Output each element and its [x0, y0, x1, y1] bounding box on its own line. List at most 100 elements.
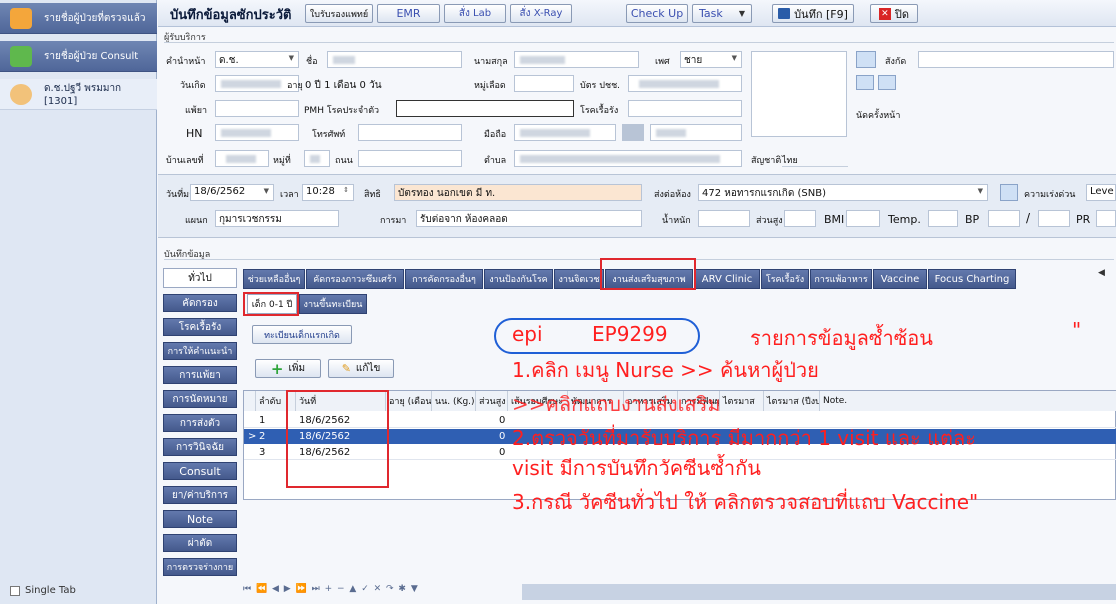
- bloodgroup-field[interactable]: [514, 75, 574, 92]
- affiliation-field[interactable]: [918, 51, 1114, 68]
- send-room-select[interactable]: 472 หอทารกแรกเกิด (SNB) ▼: [698, 184, 988, 201]
- temp-field[interactable]: [928, 210, 958, 227]
- annotation-code-a: epi: [512, 322, 543, 346]
- mobile-field[interactable]: [514, 124, 616, 141]
- grid-header-height[interactable]: ส่วนสูง (c: [476, 391, 508, 411]
- tab-focus-charting[interactable]: Focus Charting: [928, 269, 1016, 289]
- firstname-field[interactable]: [327, 51, 462, 68]
- emr-button[interactable]: EMR: [377, 4, 440, 23]
- sidetab-screening[interactable]: คัดกรอง: [163, 294, 237, 312]
- urgency-field[interactable]: Leve: [1086, 184, 1116, 201]
- highlight-infant-subtab: [243, 292, 299, 316]
- sidetab-physical-exam[interactable]: การตรวจร่างกาย: [163, 558, 237, 576]
- sidetab-referral[interactable]: การส่งตัว: [163, 414, 237, 432]
- tab-disease-prevention[interactable]: งานป้องกันโรค: [484, 269, 553, 289]
- visit-time-field[interactable]: 10:28 ⇕: [302, 184, 354, 201]
- sidetab-advice[interactable]: การให้คำแนะนำ: [163, 342, 237, 360]
- grid-header-age[interactable]: อายุ (เดือน): [386, 391, 432, 411]
- tab-vaccine[interactable]: Vaccine: [873, 269, 927, 289]
- sidebar-item-current-patient[interactable]: ด.ช.ปฐวี พรมมาก [1301]: [0, 79, 157, 110]
- tab-other-screening[interactable]: การคัดกรองอื่นๆ: [405, 269, 483, 289]
- xray-order-button[interactable]: สั่ง X-Ray: [510, 4, 572, 23]
- task-dropdown[interactable]: Task ▼: [692, 4, 752, 23]
- tab-chronic[interactable]: โรคเรื้อรัง: [761, 269, 809, 289]
- checkbox-box[interactable]: [10, 585, 20, 596]
- idcard-field[interactable]: [628, 75, 742, 92]
- tambon-field[interactable]: [514, 150, 742, 167]
- bp-diastolic-field[interactable]: [1038, 210, 1070, 227]
- add-button[interactable]: + เพิ่ม: [255, 359, 321, 378]
- spinner-icon[interactable]: ⇕: [343, 186, 349, 194]
- allergy-label: แพ้ยา: [185, 106, 208, 116]
- annotation-quote: ": [1072, 318, 1082, 342]
- height-field[interactable]: [784, 210, 816, 227]
- sidetab-appointment[interactable]: การนัดหมาย: [163, 390, 237, 408]
- tab-other-help[interactable]: ช่วยเหลืออื่นๆ: [243, 269, 305, 289]
- camera-icon[interactable]: [856, 75, 874, 90]
- tab-depression-screening[interactable]: คัดกรองภาวะซึมเศร้า: [306, 269, 404, 289]
- close-button[interactable]: ✕ ปิด: [870, 4, 918, 23]
- weight-field[interactable]: [698, 210, 750, 227]
- nationality-underline: [782, 166, 848, 167]
- pmh-field[interactable]: [396, 100, 574, 117]
- newborn-register-button[interactable]: ทะเบียนเด็กแรกเกิด: [252, 325, 352, 344]
- sidetab-medication-fees[interactable]: ยา/ค่าบริการ: [163, 486, 237, 504]
- sidebar-item-consult-patients[interactable]: รายชื่อผู้ป่วย Consult: [0, 41, 157, 72]
- pr-field[interactable]: [1096, 210, 1116, 227]
- lab-order-button[interactable]: สั่ง Lab: [444, 4, 506, 23]
- patient-sidebar: รายชื่อผู้ป่วยที่ตรวจแล้ว รายชื่อผู้ป่วย…: [0, 0, 157, 604]
- department-label: แผนก: [185, 216, 208, 226]
- profile-icon[interactable]: [878, 75, 896, 90]
- calendar-icon[interactable]: [1000, 184, 1018, 201]
- medical-certificate-button[interactable]: ใบรับรองแพทย์: [305, 4, 373, 23]
- visit-date-field[interactable]: 18/6/2562 ▼: [190, 184, 274, 201]
- grid-header-note[interactable]: Note.: [820, 391, 1116, 411]
- person-icon[interactable]: [856, 51, 876, 68]
- single-tab-checkbox[interactable]: Single Tab: [10, 585, 76, 596]
- cell-no: 2: [259, 431, 266, 442]
- bp-systolic-field[interactable]: [988, 210, 1020, 227]
- chevron-left-icon[interactable]: ◀: [1098, 268, 1105, 278]
- tab-psychiatry[interactable]: งานจิตเวช: [554, 269, 604, 289]
- prefix-select[interactable]: ด.ช. ▼: [215, 51, 299, 68]
- save-button[interactable]: บันทึก [F9]: [772, 4, 854, 23]
- phone-field[interactable]: [358, 124, 462, 141]
- chronic-field[interactable]: [628, 100, 742, 117]
- sidebar-item-examined-patients[interactable]: รายชื่อผู้ป่วยที่ตรวจแล้ว: [0, 3, 157, 34]
- department-field[interactable]: กุมารเวชกรรม: [215, 210, 339, 227]
- firstname-label: ชื่อ: [306, 57, 318, 67]
- sidetab-chronic[interactable]: โรคเรื้อรัง: [163, 318, 237, 336]
- grid-header-quarter[interactable]: ไตรมาส: [720, 391, 764, 411]
- grid-header-weight[interactable]: นน. (Kg.): [432, 391, 476, 411]
- mobile2-field[interactable]: [650, 124, 742, 141]
- gender-select[interactable]: ชาย ▼: [680, 51, 742, 68]
- surname-field[interactable]: [514, 51, 639, 68]
- hn-field[interactable]: [215, 124, 299, 141]
- moo-field[interactable]: [304, 150, 330, 167]
- tab-arv-clinic[interactable]: ARV Clinic: [694, 269, 760, 289]
- sidetab-diagnosis[interactable]: การวินิจฉัย: [163, 438, 237, 456]
- subtab-registration[interactable]: งานขึ้นทะเบียน: [299, 294, 367, 314]
- checkup-button[interactable]: Check Up: [626, 4, 688, 23]
- horizontal-scrollbar[interactable]: [522, 584, 1116, 600]
- moo-label: หมู่ที่: [273, 156, 291, 166]
- sidetab-consult[interactable]: Consult: [163, 462, 237, 480]
- tab-food-allergy[interactable]: การแพ้อาหาร: [810, 269, 872, 289]
- right-field[interactable]: บัตรทอง นอกเขต มี ท.: [394, 184, 642, 201]
- tab-general[interactable]: ทั่วไป: [163, 268, 237, 288]
- phone-lookup-icon[interactable]: [622, 124, 644, 141]
- phone-label: โทรศัพท์: [312, 130, 346, 140]
- road-field[interactable]: [358, 150, 462, 167]
- bmi-field[interactable]: [846, 210, 880, 227]
- edit-button[interactable]: ✎ แก้ไข: [328, 359, 394, 378]
- grid-navigator[interactable]: ⏮ ⏪ ◀ ▶ ⏩ ⏭ + − ▲ ✓ ✕ ↷ ✱ ▼: [243, 584, 523, 600]
- allergy-field[interactable]: [215, 100, 299, 117]
- grid-header-fiscal-quarter[interactable]: ไตรมาส (ปีงบ): [764, 391, 820, 411]
- sidetab-surgery[interactable]: ผ่าตัด: [163, 534, 237, 552]
- address-field[interactable]: [215, 150, 269, 167]
- arrival-mode-field[interactable]: รับต่อจาก ห้องคลอด: [416, 210, 642, 227]
- sidetab-drug-allergy[interactable]: การแพ้ยา: [163, 366, 237, 384]
- right-label: สิทธิ: [364, 190, 381, 200]
- chronic-label: โรคเรื้อรัง: [580, 106, 619, 116]
- sidetab-note[interactable]: Note: [163, 510, 237, 528]
